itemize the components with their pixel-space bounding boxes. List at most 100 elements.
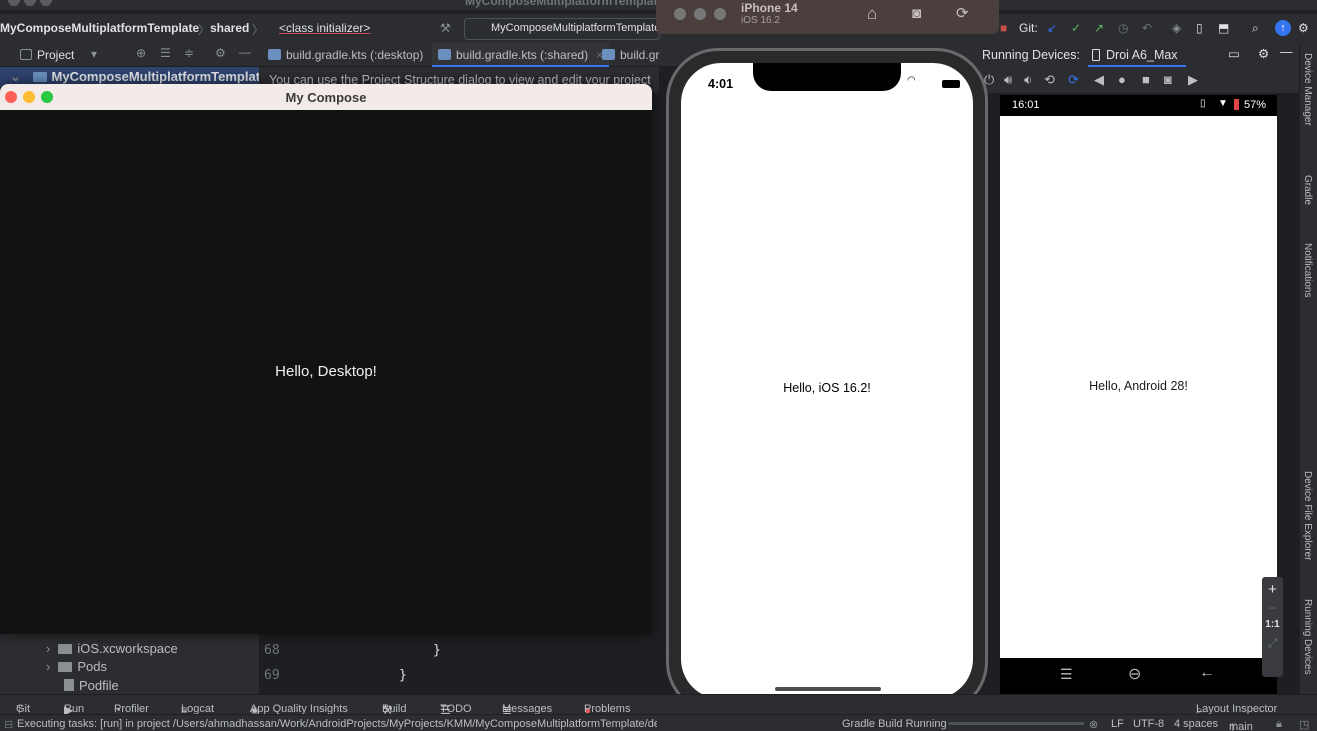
lock-icon[interactable]: 🔒︎ [1276,718,1282,731]
tab-build-gradle-desktop[interactable]: build.gradle.kts (:desktop)× [262,43,444,67]
code-text: } [433,643,441,658]
git-label: Git: [1019,21,1038,35]
tree-item[interactable]: › iOS.xcworkspace [0,641,259,661]
close-window-icon[interactable] [5,91,17,103]
screen: MyComposeMultiplatformTemplate MyCompose… [0,0,1317,731]
notch [753,63,901,91]
zoom-window-icon[interactable] [40,0,52,6]
hide-pane-icon[interactable]: — [239,45,251,59]
ios-simulator-device: 4:01 ◠ Hello, iOS 16.2! [666,48,988,714]
status-task-text[interactable]: Executing tasks: [run] in project /Users… [17,718,657,730]
zoom-out-button[interactable]: − [1262,598,1283,615]
git-rollback-icon[interactable]: ↶ [1142,21,1152,35]
indent-setting[interactable]: 4 spaces [1174,718,1218,730]
tab-build-gradle[interactable]: build.gradle.kts [596,43,660,67]
settings-gear-icon[interactable]: ⚙ [1258,46,1269,61]
collapse-all-icon[interactable]: ≑ [184,46,194,60]
rotate-left-icon[interactable]: ⟲ [1044,72,1055,88]
back-arrow-icon[interactable]: ← [1199,664,1215,682]
git-push-icon[interactable]: ↗ [1094,21,1104,35]
volume-up-icon[interactable]: 🔊︎ [1004,72,1012,88]
memory-indicator-icon[interactable]: ◳ [1299,718,1309,731]
back-icon[interactable]: ◀ [1094,72,1104,88]
stop-icon[interactable]: ■ [1000,21,1007,35]
folder-icon [58,644,73,654]
right-tool-strip: Device Manager Gradle Notifications Devi… [1299,43,1317,694]
screenshot-icon[interactable]: ◙ [1164,72,1172,87]
git-commit-icon[interactable]: ✓ [1071,21,1081,35]
device-manager-icon[interactable]: ▯ [1196,21,1203,35]
project-pane-label[interactable]: Project [37,48,74,62]
minimize-window-icon[interactable] [694,8,706,20]
rotate-right-icon[interactable]: ⟳ [1068,72,1079,88]
cancel-build-icon[interactable]: ⊗ [1089,718,1098,731]
chevron-right-icon: › [46,641,51,656]
locate-icon[interactable]: ⊕ [136,46,146,60]
device-tab[interactable]: Droi A6_Max [1088,43,1186,67]
hide-pane-icon[interactable]: — [1280,45,1293,59]
screen-record-icon[interactable]: ▶︎ [1188,72,1198,88]
overview-icon[interactable]: ■ [1142,72,1150,87]
gradle-status[interactable]: Gradle Build Running [842,718,947,730]
notifications-tool[interactable]: Notifications [1302,243,1313,297]
update-icon[interactable]: ↑ [1275,20,1291,36]
ide-window-title: MyComposeMultiplatformTemplate [465,0,665,8]
breadcrumb-class[interactable]: <class initializer> [279,21,370,35]
breadcrumb-module[interactable]: shared [210,21,249,35]
tree-item-label: Pods [77,659,107,674]
file-encoding[interactable]: UTF-8 [1133,718,1164,730]
hammer-icon[interactable]: ⚒ [440,21,451,35]
home-icon[interactable]: ⌂ [867,4,877,24]
android-time: 16:01 [1012,99,1040,111]
code-line: 68 } [259,643,659,663]
git-update-icon[interactable]: ↙ [1047,21,1057,35]
gradle-tool[interactable]: Gradle [1302,175,1313,205]
sdk-manager-icon[interactable]: ⬒ [1218,21,1229,35]
zoom-actual-size-button[interactable]: 1:1 [1262,615,1283,630]
device-file-explorer-tool[interactable]: Device File Explorer [1302,471,1313,560]
home-indicator[interactable] [775,687,881,691]
zoom-fit-icon[interactable]: ⤢ [1262,630,1283,651]
android-greeting: Hello, Android 28! [1089,379,1188,393]
close-window-icon[interactable] [8,0,20,6]
zoom-window-icon[interactable] [714,8,726,20]
options-gear-icon[interactable]: ⚙ [215,46,226,60]
settings-gear-icon[interactable]: ⚙ [1298,21,1309,35]
rotate-icon[interactable]: ⟳ [956,4,969,22]
tree-item[interactable]: › Pods [0,659,259,679]
ios-screen[interactable]: 4:01 ◠ Hello, iOS 16.2! [681,63,973,699]
breadcrumb-project[interactable]: MyComposeMultiplatformTemplate [0,21,199,35]
line-separator[interactable]: LF [1111,718,1124,730]
minimize-window-icon[interactable] [23,91,35,103]
home-circle-icon[interactable]: ⊖ [1128,664,1141,684]
volume-down-icon[interactable]: 🔉︎ [1024,72,1032,88]
status-icon[interactable]: ⊟ [4,718,13,731]
close-window-icon[interactable] [674,8,686,20]
screenshot-icon[interactable]: ◙ [912,5,921,22]
recents-icon[interactable]: ☰ [1060,666,1073,683]
search-icon[interactable]: ⌕ [1252,21,1259,36]
run-configuration-selector[interactable]: MyComposeMultiplatformTemplate: [464,18,660,40]
android-emulator-screen[interactable]: 16:01 ▯ ▼ 57% Hello, Android 28! ☰ ⊖ ← [1000,95,1277,694]
simulator-device-name: iPhone 14 [741,1,798,15]
breadcrumb-separator-icon: 〉 [252,23,265,37]
desktop-window-title: My Compose [285,90,367,105]
project-pane-icon [20,49,32,60]
battery-icon [1234,99,1239,110]
window-layout-icon[interactable]: ▭ [1228,46,1240,61]
git-history-icon[interactable]: ◷ [1118,21,1128,35]
gradle-sync-icon[interactable]: ◈ [1172,21,1181,35]
chevron-down-icon[interactable]: ▾ [91,47,97,61]
expand-all-icon[interactable]: ☰ [160,46,171,60]
zoom-window-icon[interactable] [41,91,53,103]
home-icon[interactable]: ● [1118,72,1126,87]
minimize-window-icon[interactable] [24,0,36,6]
running-devices-tool[interactable]: Running Devices [1302,599,1313,675]
zoom-in-button[interactable]: + [1262,577,1283,598]
desktop-app-window: My Compose Hello, Desktop! [0,84,652,634]
chevron-down-icon: ⌄ [10,69,21,84]
tab-build-gradle-shared[interactable]: build.gradle.kts (:shared) × [432,43,610,67]
tree-item-label: Podfile [79,678,119,693]
device-manager-tool[interactable]: Device Manager [1302,53,1313,126]
chevron-right-icon: › [46,659,51,674]
